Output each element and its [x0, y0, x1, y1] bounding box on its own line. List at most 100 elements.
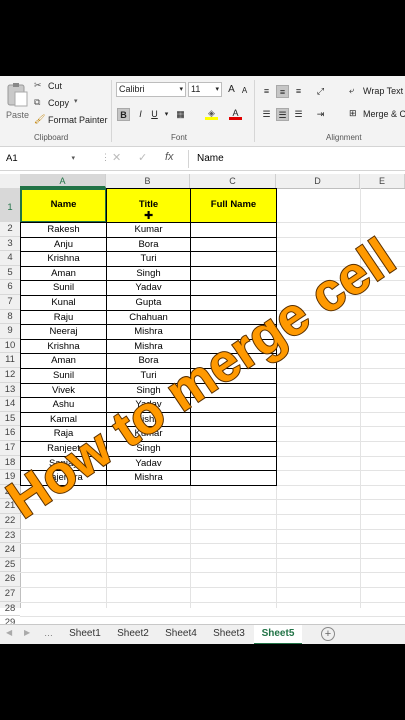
table-cell[interactable]: [190, 338, 277, 355]
sheet-tab[interactable]: Sheet4: [158, 625, 204, 643]
table-cell[interactable]: [190, 397, 277, 413]
table-cell[interactable]: Bora: [106, 353, 191, 369]
table-cell[interactable]: Sunil: [20, 368, 107, 384]
sheet-tab[interactable]: Sheet5: [254, 625, 302, 644]
sheet-tab[interactable]: Sheet3: [206, 625, 252, 643]
table-cell[interactable]: Turi: [106, 251, 191, 267]
table-cell[interactable]: Yadav: [106, 280, 191, 296]
table-cell[interactable]: Turi: [106, 368, 191, 384]
row-header[interactable]: 26: [0, 572, 20, 587]
align-right-icon[interactable]: ☰: [292, 108, 305, 121]
table-cell[interactable]: [190, 426, 277, 442]
row-header[interactable]: 14: [0, 397, 20, 412]
table-cell[interactable]: Ranjeet: [20, 441, 107, 457]
table-cell[interactable]: Kamal: [20, 411, 107, 428]
table-cell[interactable]: Yadav: [106, 397, 191, 413]
italic-button[interactable]: I: [134, 108, 147, 121]
table-cell[interactable]: Rajendra: [20, 470, 107, 486]
borders-icon[interactable]: ▦: [174, 108, 187, 121]
table-cell[interactable]: Ashu: [20, 397, 107, 413]
header-cell[interactable]: Name: [20, 188, 107, 223]
table-cell[interactable]: Aman: [20, 265, 107, 282]
formula-input[interactable]: Name: [188, 150, 404, 168]
table-cell[interactable]: [190, 411, 277, 428]
table-cell[interactable]: Krishna: [20, 251, 107, 267]
scroll-left-icon[interactable]: ◀: [6, 628, 12, 637]
table-cell[interactable]: Gupta: [106, 295, 191, 311]
column-header[interactable]: E: [360, 174, 405, 188]
sheet-tab[interactable]: Sheet1: [62, 625, 108, 643]
indent-icon[interactable]: ⇥: [314, 108, 327, 121]
align-middle-icon[interactable]: ≡: [276, 85, 289, 98]
table-cell[interactable]: Yadav: [106, 455, 191, 472]
row-header[interactable]: 10: [0, 339, 20, 354]
table-cell[interactable]: Kumar: [106, 426, 191, 442]
row-header[interactable]: 8: [0, 310, 20, 325]
row-header[interactable]: 28: [0, 602, 20, 617]
table-cell[interactable]: [190, 353, 277, 369]
row-header[interactable]: 11: [0, 353, 20, 368]
table-cell[interactable]: [190, 470, 277, 486]
row-header[interactable]: 19: [0, 470, 20, 485]
table-cell[interactable]: [190, 265, 277, 282]
row-header[interactable]: 15: [0, 412, 20, 427]
font-size-select[interactable]: 11 ▾: [188, 82, 222, 97]
table-cell[interactable]: Anju: [20, 236, 107, 253]
enter-icon[interactable]: ✓: [138, 151, 147, 164]
cancel-icon[interactable]: ✕: [112, 151, 121, 164]
table-cell[interactable]: [190, 309, 277, 326]
row-header[interactable]: 13: [0, 383, 20, 398]
table-cell[interactable]: [190, 455, 277, 472]
row-header[interactable]: 18: [0, 456, 20, 471]
table-cell[interactable]: [190, 441, 277, 457]
table-cell[interactable]: [190, 280, 277, 296]
row-header[interactable]: 27: [0, 587, 20, 602]
table-cell[interactable]: Aman: [20, 353, 107, 369]
table-cell[interactable]: Mishra: [106, 338, 191, 355]
row-header[interactable]: 24: [0, 543, 20, 558]
scroll-right-icon[interactable]: ▶: [24, 628, 30, 637]
column-header[interactable]: A: [20, 174, 106, 188]
more-tabs-icon[interactable]: …: [44, 628, 53, 638]
align-center-icon[interactable]: ☰: [276, 108, 289, 121]
table-cell[interactable]: [190, 222, 277, 238]
table-cell[interactable]: [190, 368, 277, 384]
row-header[interactable]: 12: [0, 368, 20, 383]
align-left-icon[interactable]: ☰: [260, 108, 273, 121]
table-cell[interactable]: Singh: [106, 265, 191, 282]
header-cell[interactable]: Full Name: [190, 188, 277, 223]
table-cell[interactable]: Kumar: [106, 222, 191, 238]
table-cell[interactable]: Bora: [106, 236, 191, 253]
row-header[interactable]: 7: [0, 295, 20, 310]
paste-button[interactable]: Paste: [4, 80, 30, 122]
fill-color-icon[interactable]: ◈: [205, 107, 218, 120]
grow-font-button[interactable]: A: [225, 83, 238, 96]
table-cell[interactable]: Mishra: [106, 411, 191, 428]
align-top-icon[interactable]: ≡: [260, 85, 273, 98]
row-header[interactable]: 1: [0, 188, 20, 222]
row-header[interactable]: 16: [0, 426, 20, 441]
row-header[interactable]: 5: [0, 266, 20, 281]
table-cell[interactable]: [190, 236, 277, 253]
table-cell[interactable]: Krishna: [20, 338, 107, 355]
column-header[interactable]: C: [190, 174, 276, 188]
table-cell[interactable]: Raja: [20, 426, 107, 442]
table-cell[interactable]: Mishra: [106, 324, 191, 340]
row-header[interactable]: 3: [0, 237, 20, 252]
table-cell[interactable]: [190, 382, 277, 399]
row-header[interactable]: 21: [0, 499, 20, 514]
table-cell[interactable]: Chahuan: [106, 309, 191, 326]
row-header[interactable]: 22: [0, 514, 20, 529]
add-sheet-icon[interactable]: +: [321, 627, 335, 641]
table-cell[interactable]: Sunil: [20, 280, 107, 296]
column-header[interactable]: D: [276, 174, 360, 188]
row-header[interactable]: 25: [0, 558, 20, 573]
bold-button[interactable]: B: [117, 108, 130, 121]
font-color-icon[interactable]: A: [229, 107, 242, 120]
row-header[interactable]: 17: [0, 441, 20, 456]
table-cell[interactable]: Mishra: [106, 470, 191, 486]
column-header[interactable]: B: [106, 174, 190, 188]
table-cell[interactable]: [190, 251, 277, 267]
align-bottom-icon[interactable]: ≡: [292, 85, 305, 98]
row-header[interactable]: 20: [0, 485, 20, 500]
